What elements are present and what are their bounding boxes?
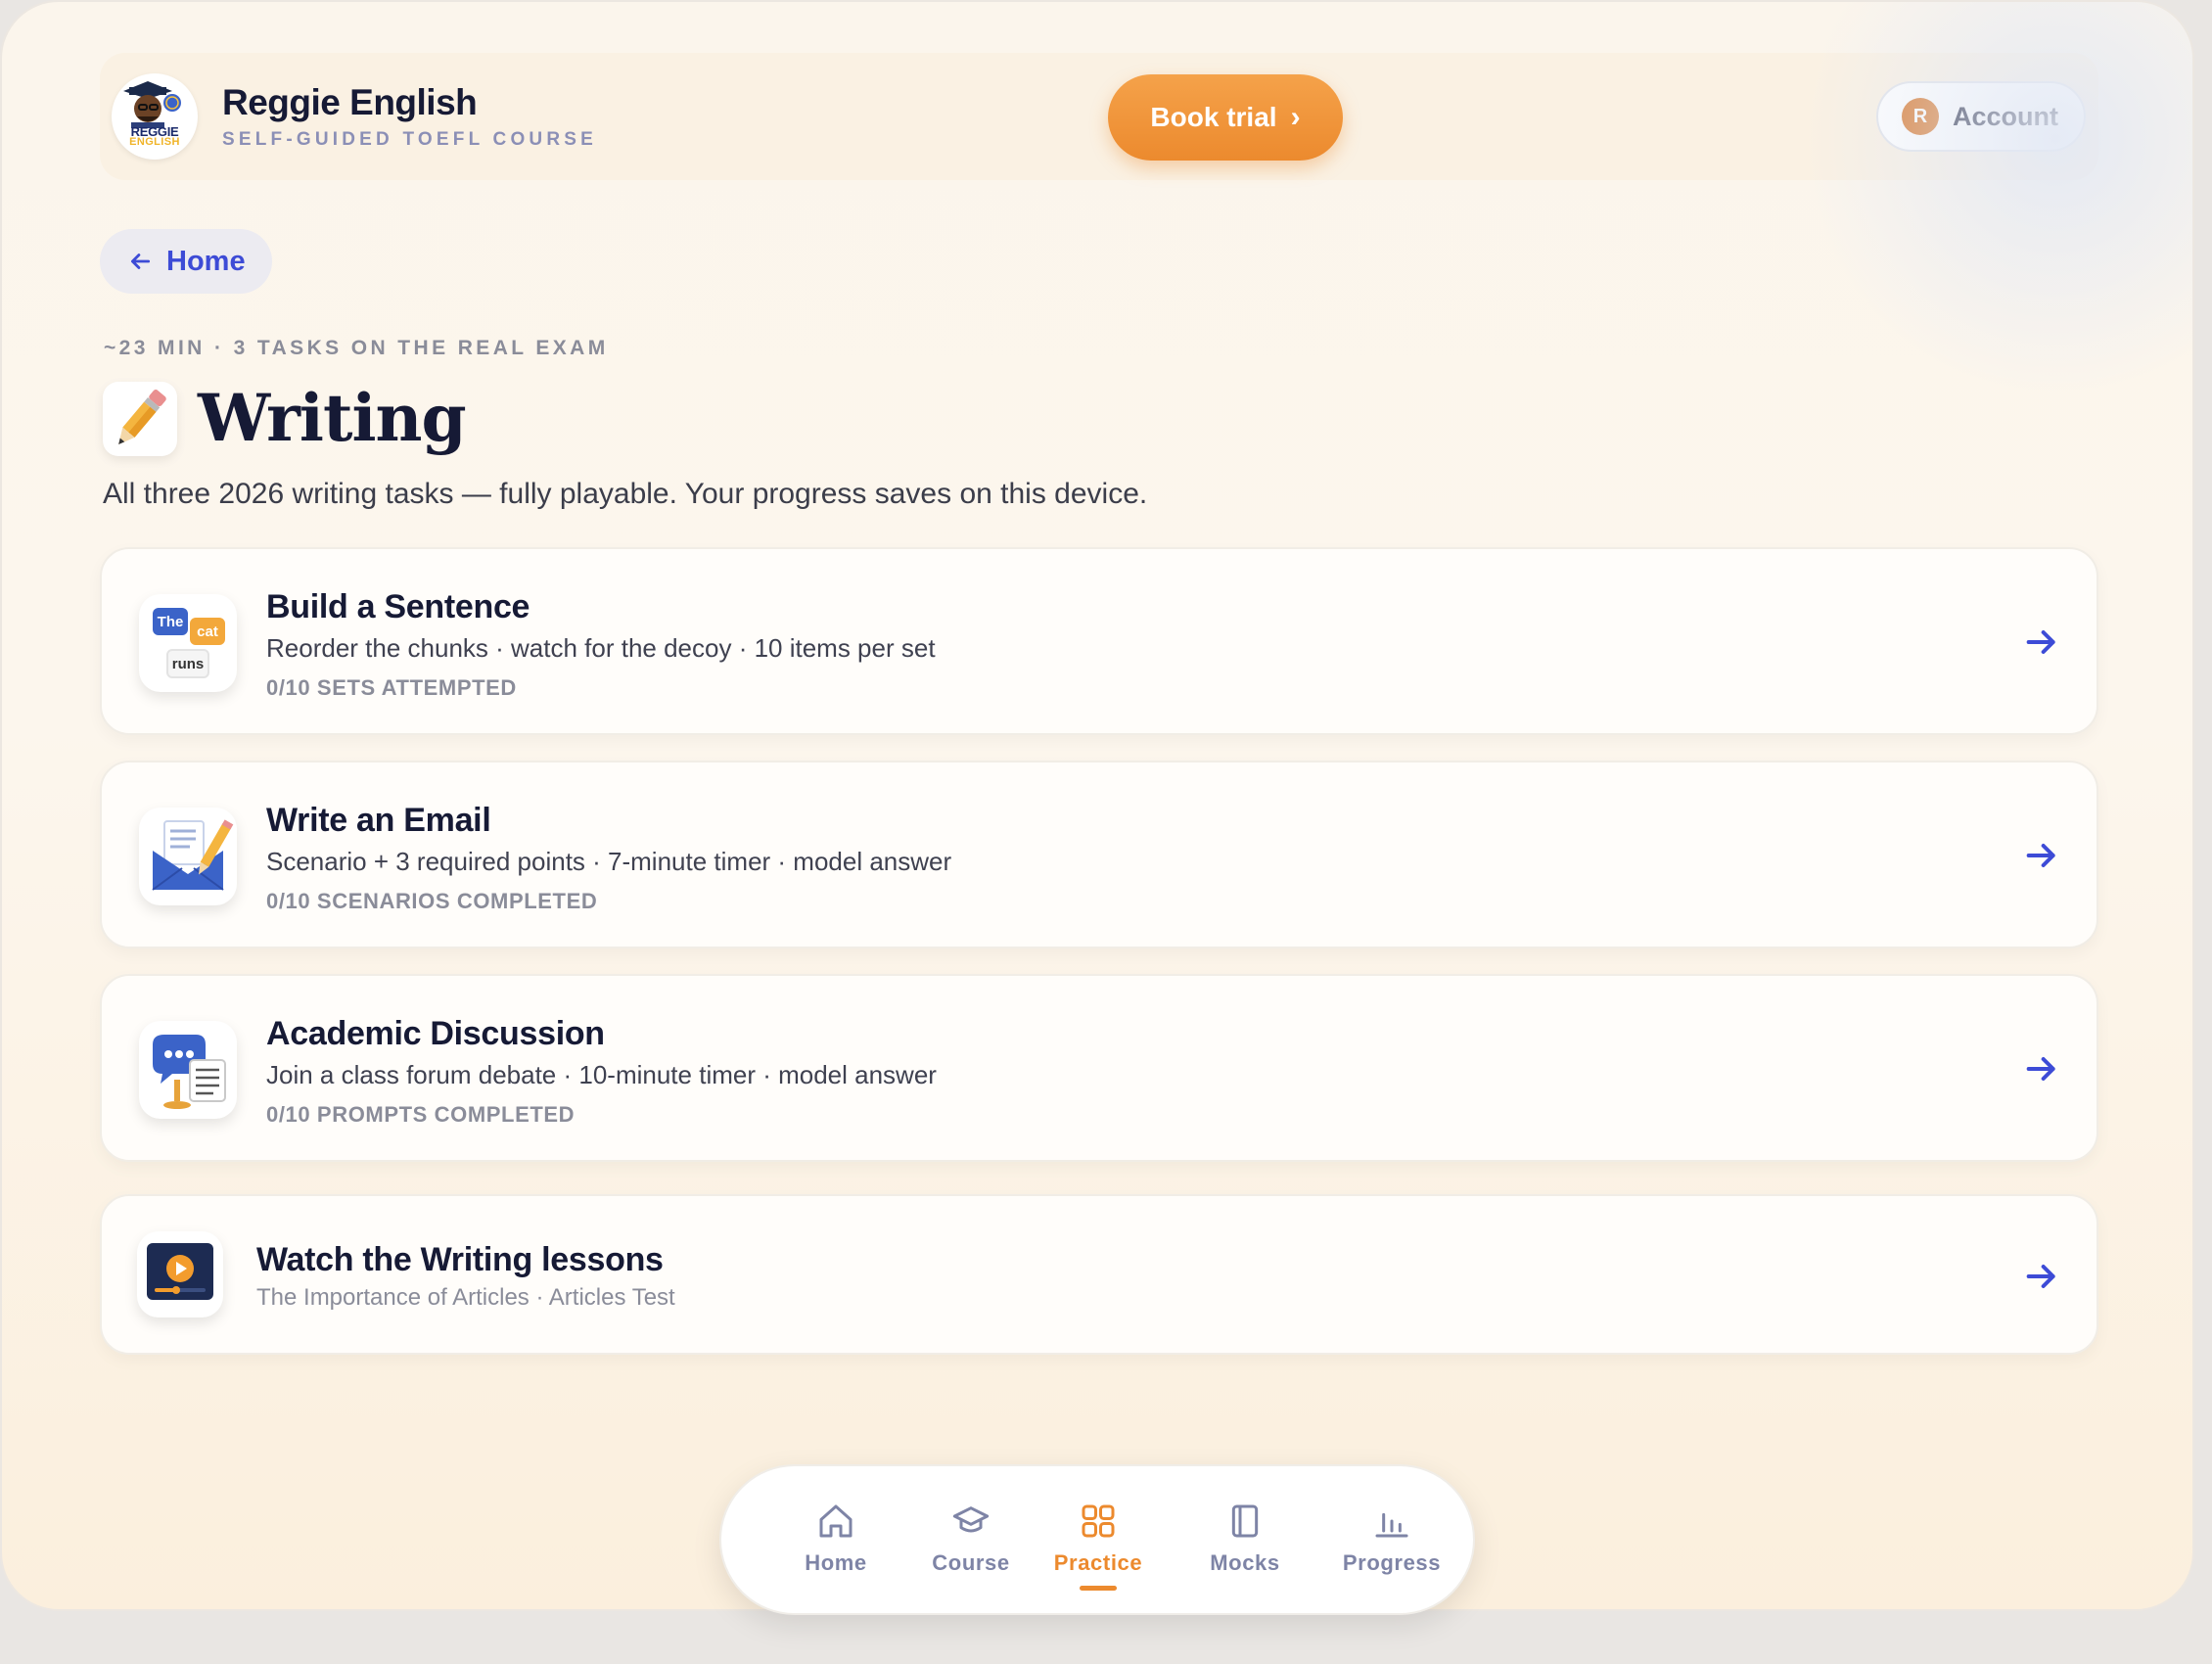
page-subtitle: All three 2026 writing tasks — fully pla… — [103, 478, 1148, 510]
account-label: Account — [1953, 101, 2058, 131]
avatar: R — [1902, 98, 1939, 135]
nav-item-progress[interactable]: Progress — [1328, 1502, 1455, 1576]
card-title: Build a Sentence — [266, 588, 530, 625]
word-blocks-icon: The cat runs — [139, 594, 237, 692]
card-description: Reorder the chunks · watch for the decoy… — [266, 633, 936, 663]
nav-item-course[interactable]: Course — [907, 1502, 1035, 1576]
bar-chart-icon — [1375, 1512, 1408, 1538]
task-card-write-email[interactable]: Write an Email Scenario + 3 required poi… — [100, 761, 2098, 948]
task-card-academic-discussion[interactable]: Academic Discussion Join a class forum d… — [100, 974, 2098, 1162]
logo-text-bottom: ENGLISH — [129, 136, 180, 148]
card-progress: 0/10 SETS ATTEMPTED — [266, 675, 517, 700]
section-meta: ~23 MIN · 3 TASKS ON THE REAL EXAM — [104, 337, 609, 359]
nav-item-home[interactable]: Home — [772, 1502, 899, 1576]
brand-logo[interactable]: REGGIE ENGLISH — [112, 73, 198, 160]
card-description: Scenario + 3 required points · 7-minute … — [266, 847, 952, 876]
pencil-icon — [103, 382, 177, 456]
top-header: REGGIE ENGLISH Reggie English SELF-GUIDE… — [100, 53, 2098, 180]
bottom-nav: Home Course Practice Mocks Progress — [719, 1464, 1475, 1615]
word-block-runs: runs — [166, 649, 209, 678]
arrow-right-icon — [2026, 630, 2055, 654]
brand-subtitle: SELF-GUIDED TOEFL COURSE — [222, 129, 598, 150]
arrow-right-icon — [2026, 1265, 2055, 1288]
page-title: Writing — [198, 380, 467, 456]
card-title: Watch the Writing lessons — [256, 1241, 664, 1278]
nav-item-practice[interactable]: Practice — [1035, 1502, 1162, 1591]
back-home-label: Home — [166, 245, 246, 277]
book-trial-label: Book trial — [1150, 102, 1277, 132]
arrow-right-icon — [2026, 844, 2055, 867]
nav-item-mocks[interactable]: Mocks — [1181, 1502, 1309, 1576]
email-pencil-icon — [139, 808, 237, 905]
word-block-the: The — [153, 608, 188, 635]
lessons-card[interactable]: Watch the Writing lessons The Importance… — [100, 1194, 2098, 1355]
active-indicator — [1080, 1586, 1117, 1591]
book-icon — [1231, 1504, 1259, 1538]
nav-label-practice: Practice — [1053, 1550, 1143, 1575]
task-card-build-sentence[interactable]: The cat runs Build a Sentence Reorder th… — [100, 547, 2098, 735]
nav-label-progress: Progress — [1342, 1550, 1442, 1575]
graduation-cap-icon — [952, 1506, 990, 1533]
nav-label-mocks: Mocks — [1210, 1550, 1280, 1575]
book-trial-button[interactable]: Book trial › — [1108, 74, 1343, 161]
account-button[interactable]: R Account — [1876, 81, 2086, 152]
discussion-forum-icon — [139, 1021, 237, 1119]
word-block-cat: cat — [190, 618, 225, 645]
card-title: Write an Email — [266, 802, 491, 839]
app-window: REGGIE ENGLISH Reggie English SELF-GUIDE… — [0, 0, 2194, 1611]
nav-label-home: Home — [805, 1550, 867, 1575]
card-description: The Importance of Articles · Articles Te… — [256, 1284, 675, 1311]
arrow-left-icon — [131, 254, 151, 269]
chevron-right-icon: › — [1290, 101, 1301, 133]
arrow-right-icon — [2026, 1057, 2055, 1081]
back-home-button[interactable]: Home — [100, 229, 272, 294]
card-description: Join a class forum debate · 10-minute ti… — [266, 1060, 937, 1089]
video-lesson-icon — [137, 1231, 223, 1317]
nav-label-course: Course — [932, 1550, 1010, 1575]
card-progress: 0/10 SCENARIOS COMPLETED — [266, 889, 598, 913]
grid-icon — [1082, 1504, 1115, 1538]
home-icon — [819, 1504, 853, 1538]
card-title: Academic Discussion — [266, 1015, 605, 1052]
brand-name: Reggie English — [222, 82, 478, 122]
card-progress: 0/10 PROMPTS COMPLETED — [266, 1102, 576, 1127]
